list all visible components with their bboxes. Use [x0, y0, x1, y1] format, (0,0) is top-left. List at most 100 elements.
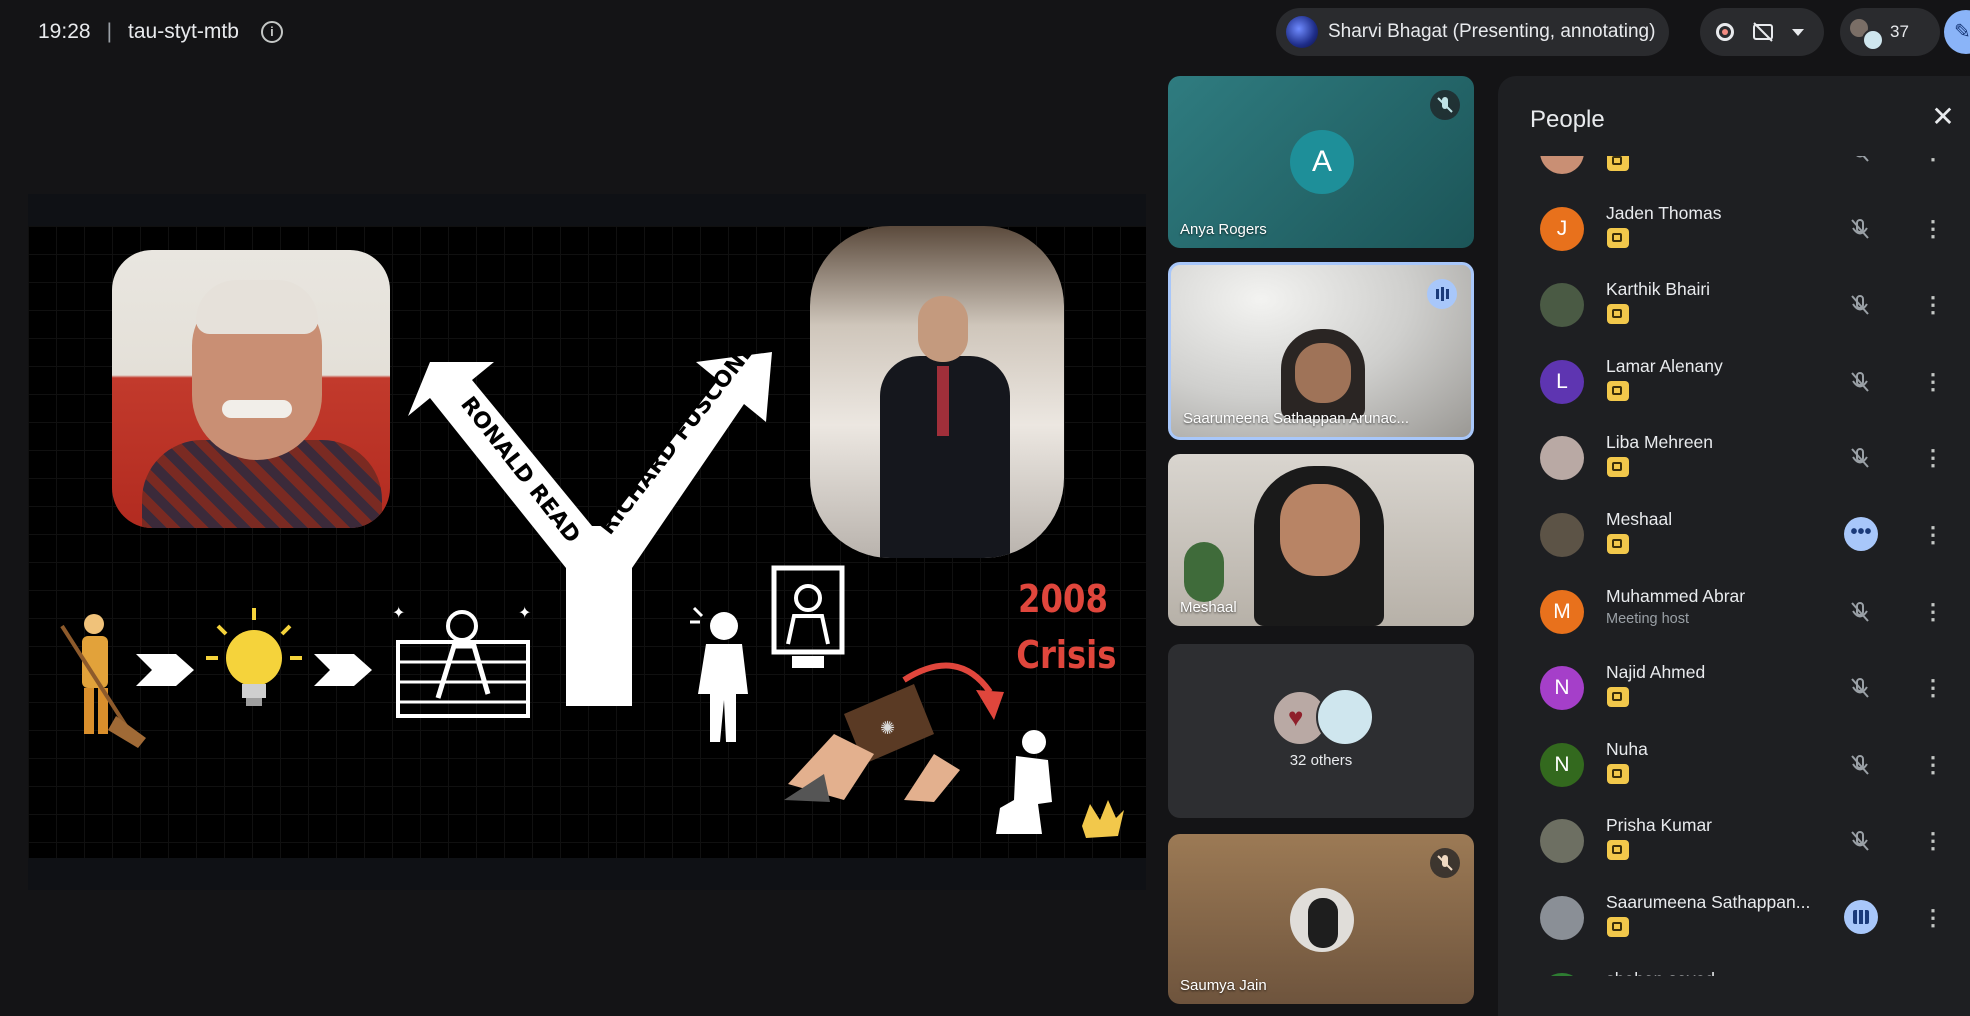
participant-name: Saarumeena Sathappan...: [1606, 892, 1811, 912]
participant-list[interactable]: Ishani Banerjee⋮JJaden Thomas⋮Karthik Bh…: [1512, 156, 1970, 976]
avatar: [1540, 972, 1584, 976]
participant-row[interactable]: Liba Mehreen ⋮: [1512, 424, 1970, 500]
participant-row[interactable]: Prisha Kumar ⋮: [1512, 807, 1970, 883]
participant-name: Najid Ahmed: [1606, 662, 1706, 683]
framed-portrait-icon: [771, 565, 845, 668]
presentation-area: RONALD READ RICHARD FUSCONE ✦ ✦ ✺ 2008 C…: [28, 194, 1146, 890]
close-icon[interactable]: ✕: [1930, 103, 1956, 131]
more-options-icon[interactable]: ⋮: [1922, 444, 1944, 472]
people-panel: People ✕ Ishani Banerjee⋮JJaden Thomas⋮K…: [1498, 76, 1970, 1016]
speaking-indicator-icon: [1427, 279, 1457, 309]
presenter-label: Sharvi Bhagat (Presenting, annotating): [1328, 21, 1656, 42]
camera-off-badge-icon: [1607, 457, 1629, 478]
participant-row[interactable]: Saarumeena Sathappan... ⋮: [1512, 884, 1970, 960]
participant-row[interactable]: Meshaal ••• ⋮: [1512, 501, 1970, 577]
mic-off-icon[interactable]: [1846, 598, 1874, 626]
more-options-icon[interactable]: ⋮: [1922, 904, 1944, 932]
more-options-icon[interactable]: ⋮: [1922, 156, 1944, 166]
top-bar: 19:28 | tau-styt-mtb i Sharvi Bhagat (Pr…: [0, 0, 1970, 64]
tile-name: Saumya Jain: [1180, 977, 1267, 994]
crown-fallen-icon: [1082, 800, 1124, 838]
avatar: A: [1290, 130, 1354, 194]
avatar: [1540, 436, 1584, 481]
avatar: [1540, 513, 1584, 557]
mic-off-icon[interactable]: [1846, 215, 1874, 243]
avatar: [1540, 283, 1584, 328]
panel-title: People: [1530, 106, 1605, 133]
crisis-label: 2008 Crisis: [1008, 571, 1118, 683]
tile-name: Saarumeena Sathappan Arunac...: [1183, 410, 1409, 427]
participant-name: shahan sayed: [1606, 969, 1715, 976]
annotate-pen-button[interactable]: [1944, 10, 1970, 54]
crisis-word: Crisis: [1016, 633, 1117, 677]
participant-row[interactable]: N Najid Ahmed ⋮: [1512, 654, 1970, 730]
more-options-icon[interactable]: ⋮: [1922, 215, 1944, 243]
mic-off-icon[interactable]: [1846, 368, 1874, 396]
more-options-icon[interactable]: ⋮: [1922, 674, 1944, 702]
video-tile-meshaal[interactable]: Meshaal: [1168, 454, 1474, 626]
video-tile-saarumeena[interactable]: Saarumeena Sathappan Arunac...: [1168, 262, 1474, 440]
more-options-icon[interactable]: ⋮: [1922, 751, 1944, 779]
participant-row[interactable]: Ishani Banerjee⋮: [1512, 156, 1970, 194]
y-fork-arrow: RONALD READ RICHARD FUSCONE: [408, 338, 772, 706]
participant-name: Prisha Kumar: [1606, 815, 1713, 836]
video-tile-anya-rogers[interactable]: A Anya Rogers: [1168, 76, 1474, 248]
more-options-circle-icon[interactable]: •••: [1844, 517, 1878, 551]
participant-name: Liba Mehreen: [1606, 432, 1714, 453]
avatar: [1540, 819, 1584, 864]
participant-row[interactable]: shahan sayed⋮: [1512, 961, 1970, 976]
chevron-right-icon: [136, 654, 194, 686]
more-options-icon[interactable]: ⋮: [1922, 368, 1944, 396]
participant-row[interactable]: J Jaden Thomas ⋮: [1512, 195, 1970, 271]
avatar: M: [1540, 589, 1584, 634]
kneeling-praying-man-icon: [996, 730, 1052, 834]
more-options-icon[interactable]: ⋮: [1922, 521, 1944, 549]
mic-off-icon[interactable]: [1846, 291, 1874, 319]
more-options-icon[interactable]: ⋮: [1922, 291, 1944, 319]
participant-name: Meshaal: [1606, 509, 1673, 529]
presented-slide: RONALD READ RICHARD FUSCONE ✦ ✦ ✺ 2008 C…: [28, 226, 1146, 858]
participant-name: Karthik Bhairi: [1606, 279, 1711, 300]
participant-count: 37: [1890, 22, 1909, 41]
camera-off-badge-icon: [1607, 380, 1629, 401]
mic-off-icon: [1430, 848, 1460, 878]
camera-off-badge-icon: [1607, 304, 1629, 325]
mic-off-icon[interactable]: [1846, 827, 1874, 855]
meeting-code: tau-styt-mtb: [128, 20, 239, 43]
more-options-icon[interactable]: ⋮: [1922, 827, 1944, 855]
video-tile-saumya-jain[interactable]: Saumya Jain: [1168, 834, 1474, 1004]
participant-row[interactable]: Karthik Bhairi ⋮: [1512, 271, 1970, 347]
mic-off-icon[interactable]: [1846, 444, 1874, 472]
avatar: N: [1540, 742, 1584, 787]
mic-off-icon[interactable]: [1846, 674, 1874, 702]
svg-text:✦: ✦: [392, 605, 405, 622]
participants-avatars-icon: [1850, 17, 1884, 51]
curved-red-arrow: [902, 662, 1004, 720]
lightbulb-icon: [206, 608, 302, 706]
camera-off-badge-icon: [1607, 534, 1629, 554]
recording-controls[interactable]: [1700, 8, 1824, 56]
participant-row[interactable]: L Lamar Alenany ⋮: [1512, 348, 1970, 424]
avatar: J: [1540, 206, 1584, 251]
captions-off-icon[interactable]: [1752, 22, 1774, 42]
camera-off-badge-icon: [1607, 840, 1629, 861]
mic-off-icon[interactable]: [1846, 751, 1874, 779]
crisis-year: 2008: [1018, 577, 1108, 621]
arrow-right-label: RICHARD FUSCONE: [595, 338, 760, 540]
mic-off-icon[interactable]: [1846, 156, 1874, 166]
chevron-down-icon[interactable]: [1792, 28, 1804, 36]
participant-row[interactable]: M Muhammed Abrar Meeting host ⋮: [1512, 578, 1970, 654]
arrow-left-label: RONALD READ: [455, 392, 584, 548]
record-icon[interactable]: [1716, 23, 1734, 41]
participant-row[interactable]: N Nuha ⋮: [1512, 731, 1970, 807]
speaking-indicator-icon: [1844, 900, 1878, 934]
participant-name: Lamar Alenany: [1606, 355, 1723, 376]
meeting-info: 19:28 | tau-styt-mtb i: [38, 20, 283, 44]
presenter-chip[interactable]: Sharvi Bhagat (Presenting, annotating): [1276, 8, 1670, 56]
participants-button[interactable]: 37: [1840, 8, 1940, 56]
info-icon[interactable]: i: [260, 21, 283, 43]
svg-text:✦: ✦: [518, 605, 531, 622]
video-tile-others[interactable]: 32 others: [1168, 644, 1474, 818]
participant-role: Meeting host: [1606, 610, 1690, 627]
more-options-icon[interactable]: ⋮: [1922, 598, 1944, 626]
